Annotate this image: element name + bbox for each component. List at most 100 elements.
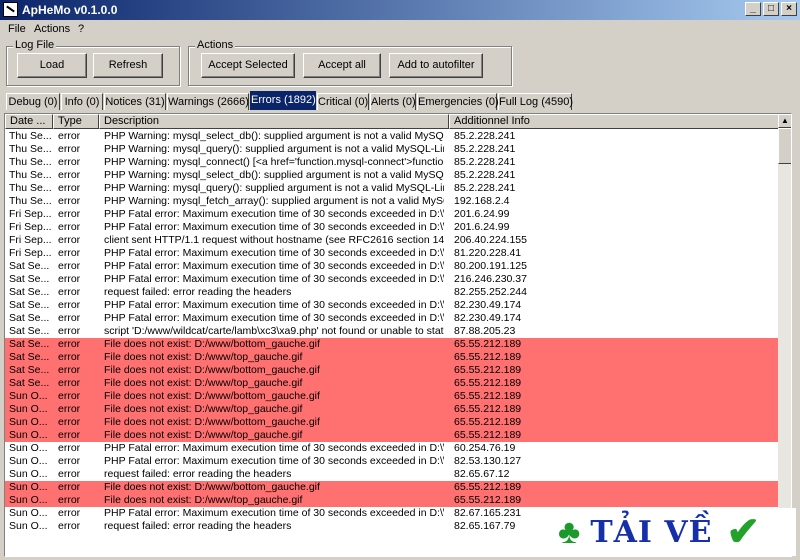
- list-header: Date ... Type Description Additionnel In…: [5, 114, 791, 129]
- table-row[interactable]: Thu Se... error PHP Warning: mysql_query()…: [5, 182, 779, 195]
- table-row[interactable]: Sun O... error PHP Fatal error: Maximum ex…: [5, 442, 779, 455]
- cell-date: Sat Se...: [9, 377, 50, 389]
- cell-type: error: [58, 403, 81, 415]
- accept-selected-button[interactable]: Accept Selected: [201, 53, 295, 78]
- cell-type: error: [58, 520, 81, 532]
- cell-additional-info: 65.55.212.189: [454, 416, 522, 428]
- table-row[interactable]: Sat Se... error PHP Fatal error: Maximum e…: [5, 299, 779, 312]
- table-row[interactable]: Sat Se... error File does not exist: D:/ww…: [5, 338, 779, 351]
- cell-additional-info: 216.246.230.37: [454, 273, 527, 285]
- add-to-autofilter-button[interactable]: Add to autofilter: [389, 53, 483, 78]
- table-row[interactable]: Thu Se... error PHP Warning: mysql_connect…: [5, 156, 779, 169]
- cell-type: error: [58, 455, 81, 467]
- column-header-description[interactable]: Description: [99, 114, 449, 129]
- cell-description: PHP Fatal error: Maximum execution time …: [104, 247, 444, 259]
- tab-info[interactable]: Info (0): [61, 93, 103, 110]
- tab-notices[interactable]: Notices (31): [104, 93, 166, 110]
- maximize-button[interactable]: □: [763, 2, 779, 16]
- cell-additional-info: 82.230.49.174: [454, 299, 522, 311]
- refresh-button[interactable]: Refresh: [93, 53, 163, 78]
- table-row[interactable]: Sun O... error File does not exist: D:/www…: [5, 390, 779, 403]
- cell-additional-info: 192.168.2.4: [454, 195, 510, 207]
- clover-icon: ♣: [558, 513, 581, 551]
- cell-date: Sun O...: [9, 507, 48, 519]
- column-header-additional-info[interactable]: Additionnel Info: [449, 114, 779, 129]
- table-row[interactable]: Sat Se... error File does not exist: D:/ww…: [5, 351, 779, 364]
- menu-file[interactable]: File: [8, 23, 26, 35]
- menu-help[interactable]: ?: [78, 23, 84, 35]
- column-header-date[interactable]: Date ...: [5, 114, 53, 129]
- cell-date: Sat Se...: [9, 364, 50, 376]
- cell-date: Sun O...: [9, 520, 48, 532]
- cell-type: error: [58, 195, 81, 207]
- table-row[interactable]: Sun O... error File does not exist: D:/www…: [5, 494, 779, 507]
- table-row[interactable]: Sat Se... error PHP Fatal error: Maximum e…: [5, 260, 779, 273]
- cell-description: request failed: error reading the header…: [104, 286, 292, 298]
- table-row[interactable]: Sat Se... error File does not exist: D:/ww…: [5, 377, 779, 390]
- close-button[interactable]: ×: [781, 2, 797, 16]
- table-row[interactable]: Sat Se... error request failed: error read…: [5, 286, 779, 299]
- cell-type: error: [58, 273, 81, 285]
- tab-errors[interactable]: Errors (1892): [250, 91, 316, 110]
- scroll-up-arrow-icon[interactable]: ▲: [778, 114, 791, 128]
- tab-emergencies[interactable]: Emergencies (0): [417, 93, 499, 110]
- log-file-group: Log File Load Refresh: [6, 39, 180, 86]
- load-button[interactable]: Load: [17, 53, 87, 78]
- table-row[interactable]: Thu Se... error PHP Warning: mysql_fetch_a…: [5, 195, 779, 208]
- table-row[interactable]: Sun O... error File does not exist: D:/www…: [5, 481, 779, 494]
- cell-type: error: [58, 221, 81, 233]
- vertical-scrollbar[interactable]: ▲ ▼: [778, 114, 791, 556]
- table-row[interactable]: Sat Se... error PHP Fatal error: Maximum e…: [5, 273, 779, 286]
- table-row[interactable]: Fri Sep... error client sent HTTP/1.1 requ…: [5, 234, 779, 247]
- table-row[interactable]: Sat Se... error script 'D:/www/wildcat/car…: [5, 325, 779, 338]
- cell-additional-info: 65.55.212.189: [454, 351, 522, 363]
- cell-date: Sun O...: [9, 442, 48, 454]
- cell-description: PHP Warning: mysql_select_db(): supplied…: [104, 169, 444, 181]
- table-row[interactable]: Thu Se... error PHP Warning: mysql_query()…: [5, 143, 779, 156]
- tab-alerts[interactable]: Alerts (0): [370, 93, 416, 110]
- cell-additional-info: 65.55.212.189: [454, 403, 522, 415]
- table-row[interactable]: Sun O... error File does not exist: D:/www…: [5, 416, 779, 429]
- cell-date: Sat Se...: [9, 338, 50, 350]
- cell-date: Sat Se...: [9, 273, 50, 285]
- cell-type: error: [58, 325, 81, 337]
- table-row[interactable]: Fri Sep... error PHP Fatal error: Maximum …: [5, 208, 779, 221]
- cell-additional-info: 201.6.24.99: [454, 221, 510, 233]
- table-row[interactable]: Fri Sep... error PHP Fatal error: Maximum …: [5, 221, 779, 234]
- cell-type: error: [58, 156, 81, 168]
- cell-additional-info: 65.55.212.189: [454, 390, 522, 402]
- table-row[interactable]: Sun O... error request failed: error readi…: [5, 468, 779, 481]
- table-row[interactable]: Fri Sep... error PHP Fatal error: Maximum …: [5, 247, 779, 260]
- cell-description: PHP Fatal error: Maximum execution time …: [104, 455, 444, 467]
- actions-group-label: Actions: [195, 39, 236, 51]
- cell-type: error: [58, 247, 81, 259]
- tab-full-log[interactable]: Full Log (4590): [498, 93, 573, 110]
- cell-additional-info: 80.200.191.125: [454, 260, 527, 272]
- column-header-type[interactable]: Type: [53, 114, 99, 129]
- table-row[interactable]: Sun O... error File does not exist: D:/www…: [5, 429, 779, 442]
- table-row[interactable]: Sat Se... error PHP Fatal error: Maximum e…: [5, 312, 779, 325]
- table-row[interactable]: Thu Se... error PHP Warning: mysql_select_…: [5, 130, 779, 143]
- cell-type: error: [58, 507, 81, 519]
- table-row[interactable]: Thu Se... error PHP Warning: mysql_select_…: [5, 169, 779, 182]
- tab-warnings[interactable]: Warnings (2666): [167, 93, 249, 110]
- cell-description: PHP Fatal error: Maximum execution time …: [104, 299, 444, 311]
- table-row[interactable]: Sun O... error File does not exist: D:/www…: [5, 403, 779, 416]
- cell-type: error: [58, 364, 81, 376]
- cell-description: PHP Fatal error: Maximum execution time …: [104, 260, 444, 272]
- minimize-button[interactable]: _: [745, 2, 761, 16]
- cell-additional-info: 85.2.228.241: [454, 130, 516, 142]
- tab-debug[interactable]: Debug (0): [6, 93, 60, 110]
- tab-critical[interactable]: Critical (0): [317, 93, 369, 110]
- cell-description: File does not exist: D:/www/top_gauche.g…: [104, 494, 303, 506]
- table-row[interactable]: Sat Se... error File does not exist: D:/ww…: [5, 364, 779, 377]
- cell-description: PHP Fatal error: Maximum execution time …: [104, 312, 444, 324]
- log-list[interactable]: Date ... Type Description Additionnel In…: [4, 113, 792, 557]
- cell-type: error: [58, 208, 81, 220]
- cell-date: Sat Se...: [9, 351, 50, 363]
- table-row[interactable]: Sun O... error PHP Fatal error: Maximum ex…: [5, 455, 779, 468]
- cell-additional-info: 201.6.24.99: [454, 208, 510, 220]
- menu-actions[interactable]: Actions: [34, 23, 70, 35]
- accept-all-button[interactable]: Accept all: [303, 53, 381, 78]
- scroll-thumb[interactable]: [778, 128, 791, 164]
